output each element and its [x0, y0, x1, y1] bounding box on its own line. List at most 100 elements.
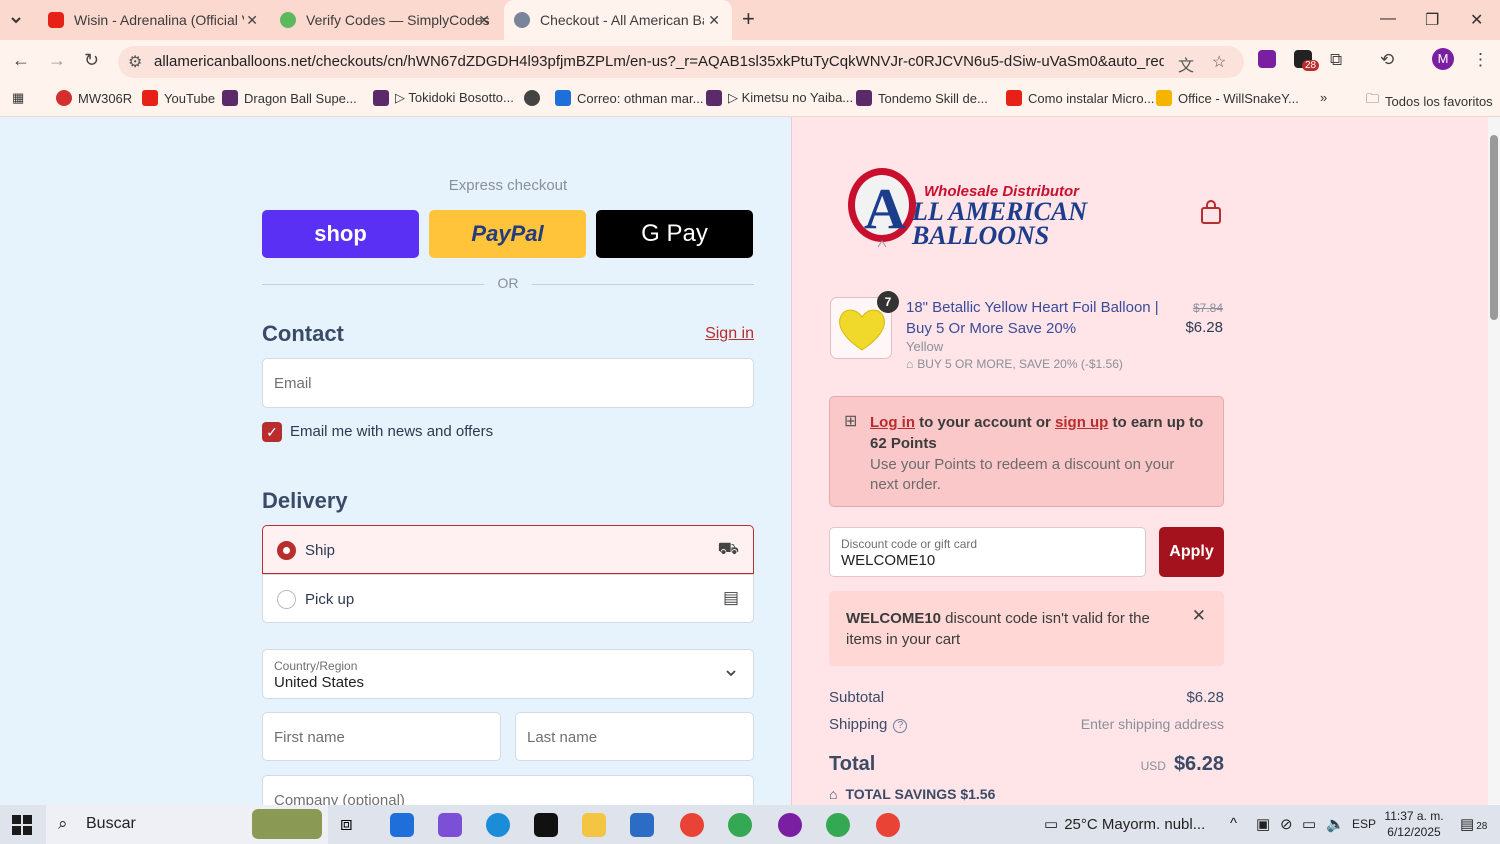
bookmark-item[interactable]: ▷ Kimetsu no Yaiba...: [706, 90, 853, 106]
bookmark-item[interactable]: Office - WillSnakeY...: [1156, 90, 1299, 106]
edge-app-icon[interactable]: [486, 813, 510, 837]
forward-icon[interactable]: →: [48, 50, 66, 71]
sign-in-link[interactable]: Sign in: [700, 325, 754, 343]
bookmarks-bar: ▦ MW306R YouTube Dragon Ball Supe... ▷ T…: [0, 84, 1500, 117]
apply-button[interactable]: Apply: [1159, 527, 1224, 577]
bookmark-item[interactable]: Correo: othman mar...: [555, 90, 703, 106]
savings-label: TOTAL SAVINGS: [845, 786, 957, 802]
task-view-icon[interactable]: ⧈: [340, 813, 364, 837]
back-icon[interactable]: ←: [12, 50, 30, 71]
network-off-icon[interactable]: ⊘: [1280, 815, 1293, 833]
copilot-app-icon[interactable]: [438, 813, 462, 837]
tiktok-app-icon[interactable]: [534, 813, 558, 837]
notifications-icon[interactable]: ▤ 28: [1460, 815, 1487, 833]
shop-pay-button[interactable]: shop: [262, 210, 419, 258]
close-window-icon[interactable]: ✕: [1470, 10, 1483, 30]
scrollbar-thumb[interactable]: [1490, 135, 1498, 320]
savings-value: $1.56: [960, 786, 996, 802]
bookmark-star-icon[interactable]: ☆: [1212, 52, 1226, 72]
tab-list-dropdown-icon[interactable]: [8, 6, 24, 34]
country-select[interactable]: Country/Region United States: [262, 649, 754, 699]
last-name-field[interactable]: Last name: [515, 712, 754, 761]
translate-icon[interactable]: 文: [1178, 52, 1194, 76]
site-info-icon[interactable]: ⚙: [128, 52, 142, 72]
chrome-profile-icon[interactable]: [826, 813, 850, 837]
bookmark-item[interactable]: Dragon Ball Supe...: [222, 90, 357, 106]
volume-icon[interactable]: 🔈: [1326, 815, 1345, 833]
tag-icon: ⌂: [906, 357, 914, 371]
close-tab-icon[interactable]: ✕: [246, 12, 258, 29]
youtube-icon: [1006, 90, 1022, 106]
outlook-app-icon[interactable]: [630, 813, 654, 837]
chrome-app-icon[interactable]: [680, 813, 704, 837]
minimize-icon[interactable]: —: [1380, 10, 1396, 28]
bookmark-label: Dragon Ball Supe...: [244, 90, 357, 106]
chrome-profile-icon[interactable]: [876, 813, 900, 837]
delivery-title: Delivery: [262, 488, 348, 513]
country-label: Country/Region: [274, 659, 358, 673]
history-icon[interactable]: ⟲: [1380, 50, 1394, 70]
tray-chevron-icon[interactable]: ^: [1230, 815, 1237, 832]
log-in-link[interactable]: Log in: [870, 414, 915, 431]
clock[interactable]: 11:37 a. m. 6/12/2025: [1374, 808, 1454, 840]
help-icon[interactable]: ?: [893, 719, 908, 733]
bookmark-item[interactable]: MW306R: [56, 90, 132, 106]
ublock-extension-icon[interactable]: [1258, 50, 1276, 73]
apps-grid-icon[interactable]: ▦: [12, 90, 24, 106]
total-label: Total: [829, 753, 876, 775]
close-tab-icon[interactable]: ✕: [478, 12, 490, 29]
tab-title: Checkout - All American Balloo: [540, 12, 704, 28]
paypal-button[interactable]: PayPal: [429, 210, 586, 258]
file-explorer-icon[interactable]: [582, 813, 606, 837]
windows-start-icon[interactable]: [12, 815, 32, 835]
display-icon[interactable]: ▭: [1302, 815, 1316, 833]
subtotal-label: Subtotal: [829, 689, 885, 706]
store-logo[interactable]: A Wholesale Distributor LL AMERICAN BALL…: [846, 167, 1110, 253]
new-tab-icon[interactable]: +: [742, 6, 755, 32]
weather-widget[interactable]: ▭ 25°C Mayorm. nubl...: [1044, 815, 1205, 833]
taskbar-search[interactable]: ⌕ Buscar: [46, 805, 328, 844]
meet-icon[interactable]: ▣: [1256, 815, 1270, 833]
product-title[interactable]: 18" Betallic Yellow Heart Foil Balloon |…: [906, 297, 1176, 339]
pickup-option[interactable]: Pick up ▤: [262, 574, 754, 623]
tab-youtube[interactable]: Wisin - Adrenalina (Official Vide ✕: [40, 0, 270, 40]
reload-icon[interactable]: ↻: [84, 50, 99, 71]
bookmark-item[interactable]: [524, 90, 546, 106]
discount-code-field[interactable]: Discount code or gift card WELCOME10: [829, 527, 1146, 577]
company-field[interactable]: Company (optional): [262, 775, 754, 805]
email-field[interactable]: Email: [262, 358, 754, 408]
pickup-radio[interactable]: [277, 590, 296, 609]
news-checkbox[interactable]: ✓: [262, 422, 282, 442]
language-indicator[interactable]: ESP: [1352, 817, 1376, 831]
tab-checkout[interactable]: Checkout - All American Balloo ✕: [504, 0, 732, 40]
extension-icon[interactable]: 28: [1294, 50, 1320, 73]
tab-simplycodes[interactable]: Verify Codes — SimplyCodes ✕: [272, 0, 502, 40]
chrome-active-icon[interactable]: [778, 813, 802, 837]
more-bookmarks-icon[interactable]: »: [1320, 90, 1327, 105]
menu-kebab-icon[interactable]: ⋮: [1472, 50, 1489, 70]
store-app-icon[interactable]: [390, 813, 414, 837]
original-price: $7.84: [1192, 301, 1223, 315]
close-icon[interactable]: ✕: [1192, 606, 1206, 626]
page-scrollbar[interactable]: [1488, 117, 1500, 805]
all-bookmarks-folder[interactable]: 🗀 Todos los favoritos: [1366, 90, 1493, 112]
address-bar[interactable]: ⚙ allamericanballoons.net/checkouts/cn/h…: [118, 46, 1244, 78]
bookmark-item[interactable]: YouTube: [142, 90, 215, 106]
sign-up-link[interactable]: sign up: [1055, 414, 1108, 431]
chrome-profile-icon[interactable]: [728, 813, 752, 837]
ship-radio[interactable]: [277, 541, 296, 560]
first-name-placeholder: First name: [274, 729, 345, 746]
profile-avatar[interactable]: M: [1432, 48, 1454, 70]
bookmark-item[interactable]: Como instalar Micro...: [1006, 90, 1154, 106]
ship-label: Ship: [305, 542, 336, 559]
bookmark-item[interactable]: Tondemo Skill de...: [856, 90, 988, 106]
google-pay-button[interactable]: G Pay: [596, 210, 753, 258]
shopping-bag-icon[interactable]: [1200, 200, 1222, 230]
first-name-field[interactable]: First name: [262, 712, 501, 761]
restore-icon[interactable]: ❐: [1425, 10, 1439, 30]
bookmark-item[interactable]: ▷ Tokidoki Bosotto...: [373, 90, 514, 106]
shipping-value: Enter shipping address: [1080, 716, 1224, 732]
puzzle-extensions-icon[interactable]: ⧉: [1330, 50, 1342, 70]
ship-option[interactable]: Ship ⛟: [262, 525, 754, 574]
close-tab-icon[interactable]: ✕: [708, 12, 720, 29]
